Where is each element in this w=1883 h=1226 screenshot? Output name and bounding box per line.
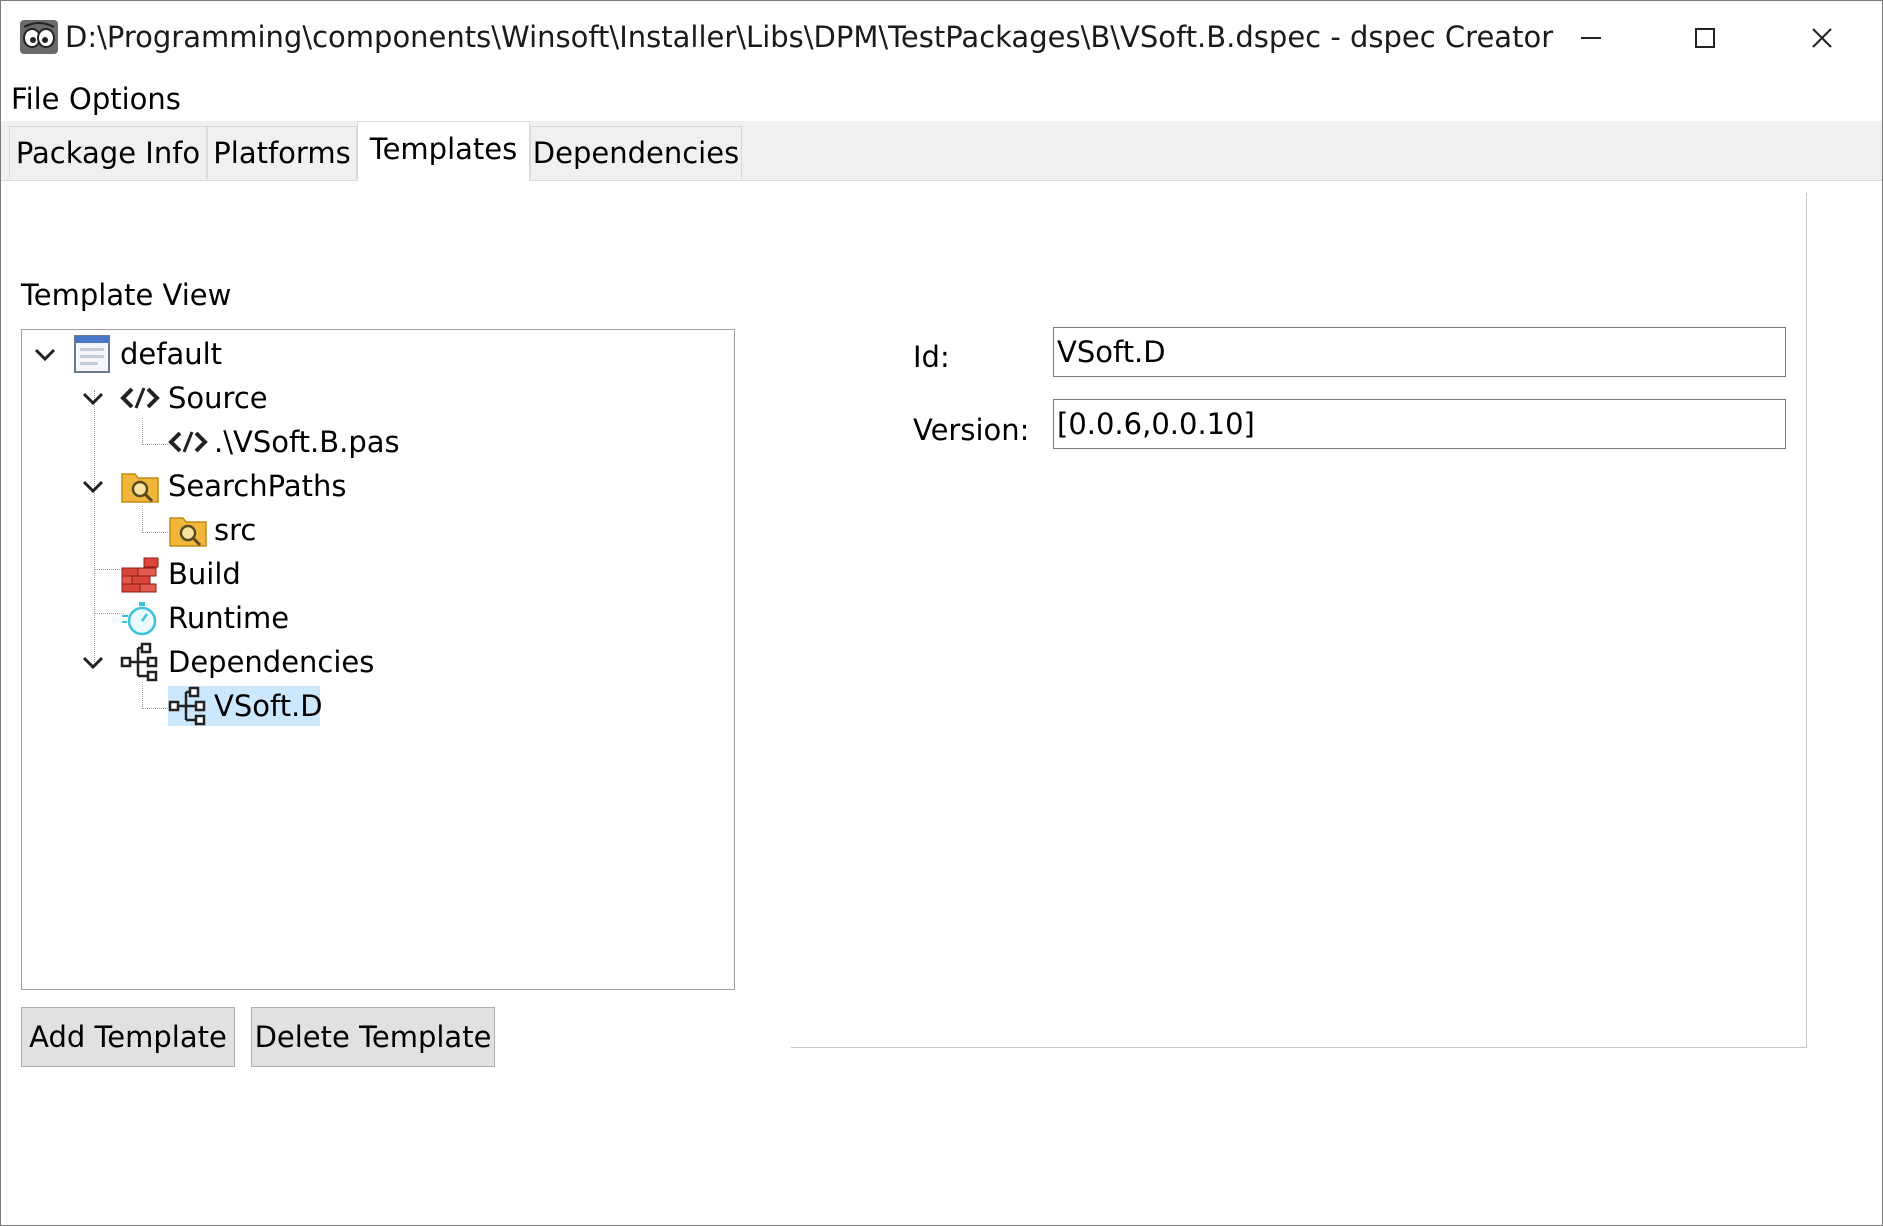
build-bricks-icon [121,557,159,593]
tab-platforms[interactable]: Platforms [207,126,357,179]
tree-node-source[interactable]: Source [22,378,734,418]
id-input[interactable] [1053,327,1786,377]
add-template-button[interactable]: Add Template [21,1007,235,1067]
close-icon [1812,28,1832,48]
source-code-icon [168,431,208,453]
template-tree[interactable]: default Source .\VSoft.B.pas SearchPaths… [21,329,735,990]
tree-node-label: VSoft.D [214,689,323,723]
tree-node-label: Source [168,381,268,415]
source-code-icon [120,387,160,409]
folder-search-icon [169,517,207,547]
tab-strip: Package Info Platforms Dependencies Temp… [1,121,1882,181]
close-button[interactable] [1767,1,1877,75]
templates-page: Template View default Source .\VSoft.B.p… [1,181,1882,1225]
tree-node-label: src [214,513,257,547]
tree-node-src[interactable]: src [22,510,734,550]
template-view-label: Template View [21,278,232,312]
tree-node-source-file[interactable]: .\VSoft.B.pas [22,422,734,462]
tree-node-runtime[interactable]: Runtime [22,598,734,638]
tree-node-label: SearchPaths [168,469,347,503]
version-label: Version: [913,413,1030,447]
folder-search-icon [121,473,159,503]
tree-node-label: Dependencies [168,645,375,679]
menu-file[interactable]: File [11,77,60,121]
tree-node-label: default [120,337,223,371]
chevron-down-icon[interactable] [78,642,108,682]
stopwatch-icon [122,602,157,636]
app-icon[interactable] [19,17,59,57]
minimize-icon [1581,37,1601,39]
chevron-down-icon[interactable] [78,466,108,506]
window-title: D:\Programming\components\Winsoft\Instal… [65,20,1554,54]
tree-node-searchpaths[interactable]: SearchPaths [22,466,734,506]
chevron-down-icon[interactable] [78,378,108,418]
tree-node-vsoft-d[interactable]: VSoft.D [22,686,734,726]
maximize-icon [1695,28,1715,48]
maximize-button[interactable] [1650,1,1760,75]
menu-bar: File Options [1,77,1882,121]
app-window: D:\Programming\components\Winsoft\Instal… [0,0,1883,1226]
title-bar[interactable]: D:\Programming\components\Winsoft\Instal… [1,1,1882,75]
tree-node-build[interactable]: Build [22,554,734,594]
tab-dependencies[interactable]: Dependencies [530,126,742,179]
tree-node-dependencies[interactable]: Dependencies [22,642,734,682]
tab-templates[interactable]: Templates [357,121,530,181]
template-icon [74,335,110,373]
tree-node-label: Runtime [168,601,290,635]
minimize-button[interactable] [1536,1,1646,75]
menu-options[interactable]: Options [69,77,181,121]
details-panel-border-right [1806,193,1807,1047]
tree-node-default[interactable]: default [22,334,734,374]
tab-package-info[interactable]: Package Info [9,126,207,179]
details-panel-border-bottom [791,1047,1807,1048]
tree-node-label: .\VSoft.B.pas [214,425,400,459]
delete-template-button[interactable]: Delete Template [251,1007,495,1067]
dependency-tree-icon [168,686,206,726]
version-input[interactable] [1053,399,1786,449]
id-label: Id: [913,340,950,374]
tree-node-label: Build [168,557,241,591]
chevron-down-icon[interactable] [30,334,60,374]
dependency-tree-icon [120,642,158,682]
